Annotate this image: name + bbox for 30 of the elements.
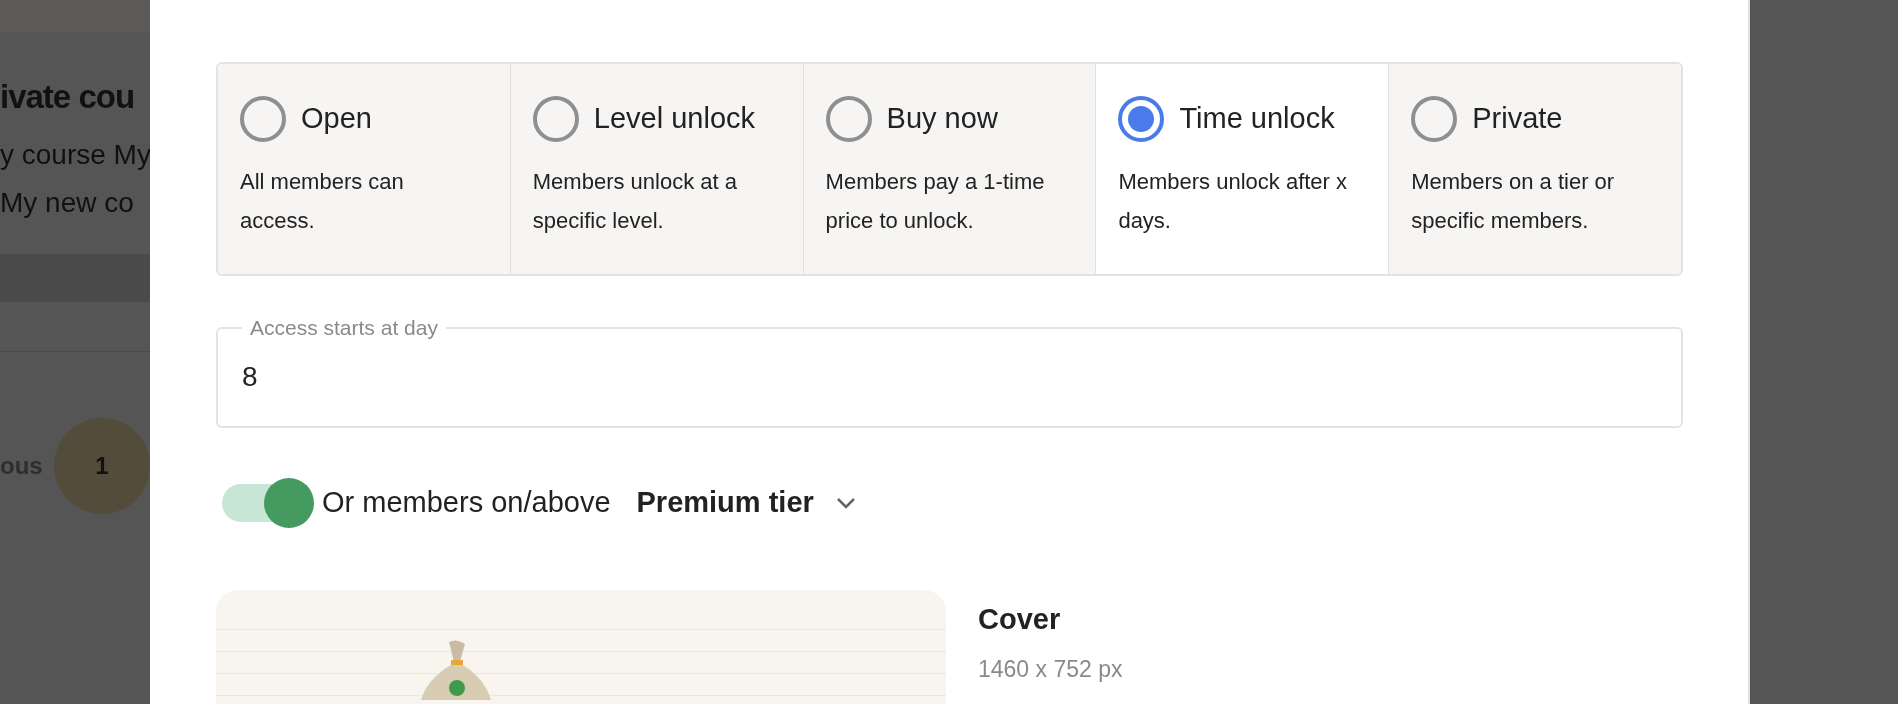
option-description: Members unlock after x days. [1118,168,1349,235]
background-title: ivate cou [0,77,135,117]
option-title: Private [1472,101,1563,137]
access-option[interactable]: Private Members on a tier or specific members. [1389,64,1681,274]
tier-dropdown[interactable]: Premium tier [636,481,856,525]
access-option[interactable]: Level unlock Members unlock at a specific level. [510,64,804,274]
option-title: Time unlock [1179,101,1335,137]
radio-button[interactable] [532,96,579,142]
background-text: y course My [0,137,150,172]
access-option[interactable]: Open All members can access. [218,64,511,274]
background-text: My new co [0,185,135,220]
radio-button[interactable] [1411,96,1458,142]
option-description: Members on a tier or specific members. [1411,168,1616,235]
radio-button[interactable] [1118,96,1165,142]
field-label: Access starts at day [249,315,439,341]
cover-size: 1460 x 752 px [978,654,1123,684]
radio-button[interactable] [240,96,286,142]
field-value: 8 [242,359,259,394]
access-option[interactable]: Buy now Members pay a 1-time price to unlock. [803,64,1097,274]
radio-button[interactable] [825,96,872,142]
option-title: Level unlock [593,101,755,137]
option-title: Open [301,101,372,137]
option-description: Members pay a 1-time price to unlock. [825,168,1046,235]
option-description: All members can access. [240,168,405,235]
option-description: Members unlock at a specific level. [532,168,738,235]
option-title: Buy now [886,101,998,137]
toggle-label: Or members on/above [322,485,611,521]
money-bag-drawing [421,640,491,700]
chevron-down-icon [835,497,856,509]
cover-title: Cover [978,602,1062,637]
